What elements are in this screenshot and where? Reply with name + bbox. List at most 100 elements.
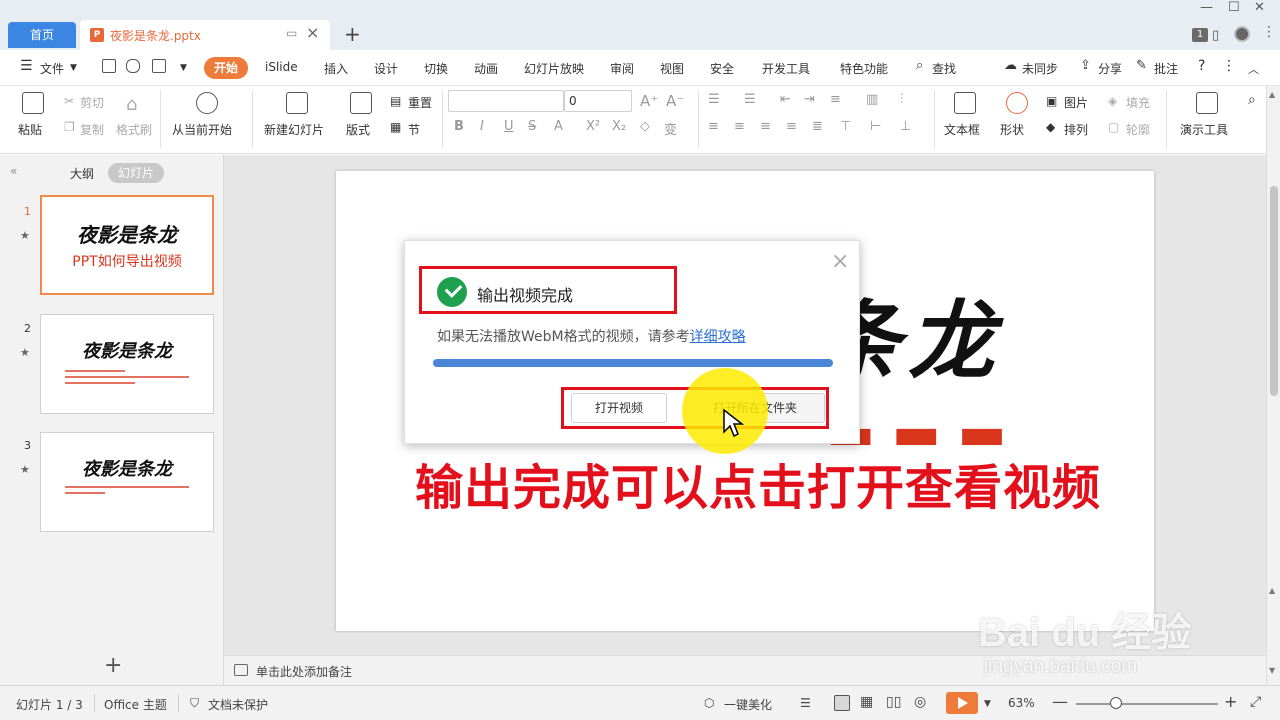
copy-icon[interactable]: ❐ — [64, 120, 75, 134]
arrange-button[interactable]: 排列 — [1064, 121, 1088, 138]
bullets-icon[interactable]: ☰ — [708, 92, 720, 107]
menu-special[interactable]: 特色功能 — [840, 60, 888, 77]
font-color-icon[interactable]: A — [554, 119, 563, 134]
zoom-level[interactable]: 63% — [1008, 696, 1035, 710]
shrink-font-icon[interactable]: A⁻ — [666, 92, 684, 110]
font-size-select[interactable]: 0 — [564, 90, 632, 112]
menu-start[interactable]: 开始 — [204, 57, 248, 79]
chevron-down-icon[interactable]: ▼ — [70, 63, 77, 73]
vertical-scrollbar[interactable]: ▲ ▲ ▼ — [1266, 86, 1280, 685]
scroll-up-double-icon[interactable]: ▲ — [1269, 586, 1275, 595]
textbox-button[interactable]: 文本框 — [944, 121, 980, 138]
tab-home[interactable]: 首页 — [8, 22, 76, 48]
zoom-slider-handle[interactable] — [1110, 697, 1122, 709]
align-middle-icon[interactable]: ⊢ — [870, 119, 881, 134]
new-slide-button[interactable]: 新建幻灯片 — [264, 121, 324, 138]
increase-indent-icon[interactable]: ⇥ — [804, 92, 815, 107]
open-video-button[interactable]: 打开视频 — [571, 393, 667, 423]
pin-window-icon[interactable]: ▭ — [286, 26, 297, 40]
layout-icon[interactable] — [350, 92, 372, 114]
from-current-button[interactable]: 从当前开始 — [172, 121, 232, 138]
maximize-icon[interactable]: ☐ — [1228, 0, 1240, 15]
slides-tab[interactable]: 幻灯片 — [108, 163, 164, 183]
section-icon[interactable]: ▦ — [390, 120, 401, 134]
presentation-tools-button[interactable]: 演示工具 — [1180, 121, 1228, 138]
superscript-icon[interactable]: X² — [586, 119, 600, 134]
layout-toggle-icon[interactable]: ▯ — [1212, 28, 1219, 43]
slideshow-play-button[interactable] — [946, 692, 978, 714]
guide-link[interactable]: 详细攻略 — [690, 329, 746, 345]
paste-button[interactable]: 粘贴 — [18, 121, 42, 138]
picture-button[interactable]: 图片 — [1064, 94, 1088, 111]
export-icon[interactable] — [126, 59, 140, 73]
align-top-icon[interactable]: ⊤ — [840, 119, 851, 134]
menu-comment[interactable]: 批注 — [1154, 60, 1178, 77]
comment-icon[interactable]: ✎ — [1136, 58, 1147, 73]
search-icon[interactable]: ⌕ — [916, 58, 923, 73]
scroll-up-icon[interactable]: ▲ — [1269, 90, 1275, 99]
format-painter-icon[interactable]: ⌂ — [126, 94, 137, 115]
reading-view-icon[interactable]: ▯▯ — [886, 694, 901, 710]
align-bottom-icon[interactable]: ⊥ — [900, 119, 911, 134]
text-direction-icon[interactable]: ⫶ — [900, 92, 903, 107]
justify-icon[interactable]: ≡ — [786, 119, 797, 134]
menu-file[interactable]: 文件 — [40, 60, 64, 77]
layout-button[interactable]: 版式 — [346, 121, 370, 138]
subscript-icon[interactable]: X₂ — [612, 119, 626, 134]
new-slide-icon[interactable] — [286, 92, 308, 114]
strikethrough-icon[interactable]: S — [528, 119, 536, 134]
help-icon[interactable]: ? — [1198, 58, 1205, 74]
find-icon[interactable]: ⌕ — [1248, 92, 1256, 108]
menu-security[interactable]: 安全 — [710, 60, 734, 77]
grow-font-icon[interactable]: A⁺ — [640, 92, 658, 110]
picture-icon[interactable]: ▣ — [1046, 94, 1057, 108]
collapse-ribbon-icon[interactable]: ︿ — [1248, 61, 1259, 77]
shapes-button[interactable]: 形状 — [1000, 121, 1024, 138]
copy-button[interactable]: 复制 — [80, 121, 104, 138]
add-slide-icon[interactable]: + — [104, 653, 122, 678]
menu-review[interactable]: 审阅 — [610, 60, 634, 77]
scroll-down-icon[interactable]: ▼ — [1269, 666, 1275, 675]
paste-icon[interactable] — [22, 92, 44, 114]
clear-format-icon[interactable]: ◇ — [640, 119, 650, 134]
play-from-current-icon[interactable] — [196, 92, 218, 114]
menu-search[interactable]: 查找 — [932, 60, 956, 77]
one-click-beautify[interactable]: 一键美化 — [724, 696, 772, 713]
numbering-icon[interactable]: ☰ — [744, 92, 756, 107]
underline-icon[interactable]: U — [504, 119, 514, 134]
cut-button[interactable]: 剪切 — [80, 94, 104, 111]
align-left-icon[interactable]: ≡ — [708, 119, 719, 134]
print-icon[interactable] — [152, 59, 166, 73]
beautify-icon[interactable]: ⬡ — [704, 696, 714, 710]
share-icon[interactable]: ⇪ — [1080, 58, 1091, 73]
align-right-icon[interactable]: ≡ — [760, 119, 771, 134]
menu-animation[interactable]: 动画 — [474, 60, 498, 77]
more-icon[interactable]: ⋮ — [1222, 58, 1236, 74]
play-options-icon[interactable]: ▼ — [984, 699, 991, 709]
slide-thumbnail-1[interactable]: 夜影是条龙 PPT如何导出视频 — [40, 195, 214, 295]
slide-thumbnail-3[interactable]: 夜影是条龙 — [40, 432, 214, 532]
menu-slideshow[interactable]: 幻灯片放映 — [524, 60, 584, 77]
close-tab-icon[interactable]: × — [306, 23, 319, 42]
cloud-sync-icon[interactable]: ☁ — [1004, 58, 1017, 73]
reset-icon[interactable]: ▤ — [390, 94, 401, 108]
avatar[interactable] — [1234, 26, 1250, 42]
italic-icon[interactable]: I — [480, 119, 484, 134]
slide-thumbnail-2[interactable]: 夜影是条龙 — [40, 314, 214, 414]
cut-icon[interactable]: ✂ — [64, 94, 74, 108]
menu-view[interactable]: 视图 — [660, 60, 684, 77]
menu-insert[interactable]: 插入 — [324, 60, 348, 77]
columns-icon[interactable]: ▥ — [866, 92, 878, 107]
decrease-indent-icon[interactable]: ⇤ — [780, 92, 791, 107]
outline-button[interactable]: 轮廓 — [1126, 121, 1150, 138]
presentation-tools-icon[interactable] — [1196, 92, 1218, 114]
font-family-select[interactable] — [448, 90, 564, 112]
textbox-icon[interactable] — [954, 92, 976, 114]
format-painter-button[interactable]: 格式刷 — [116, 121, 152, 138]
tab-document[interactable]: P 夜影是条龙.pptx ▭ × — [80, 20, 330, 50]
reset-button[interactable]: 重置 — [408, 94, 432, 111]
normal-view-icon[interactable] — [834, 695, 850, 711]
minimize-icon[interactable]: — — [1200, 0, 1213, 15]
close-icon[interactable]: × — [831, 249, 849, 274]
protection-status[interactable]: 文档未保护 — [208, 696, 268, 713]
